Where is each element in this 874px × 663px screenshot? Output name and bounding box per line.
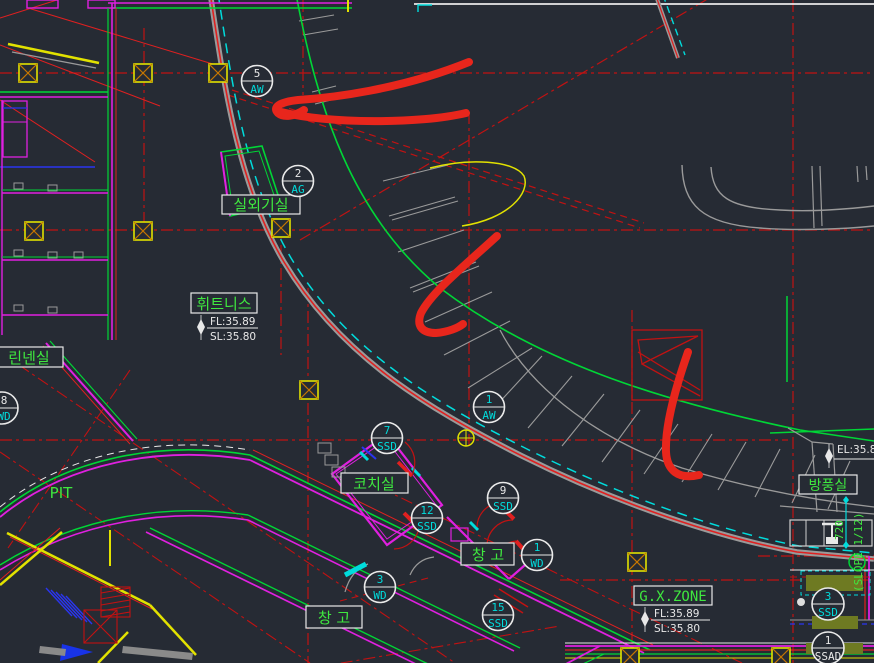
svg-text:창 고: 창 고 [472,546,504,564]
svg-text:15: 15 [491,601,504,614]
survey-point [458,430,474,446]
gray-bar [122,646,193,660]
svg-text:1: 1 [825,634,832,647]
svg-text:FL:35.89: FL:35.89 [654,608,700,620]
marker-12-SSD: 12 SSD [412,503,443,534]
marker-1-WD: 1 WD [522,540,553,571]
svg-text:코치실: 코치실 [353,475,394,493]
room-label-windbreak: 방풍실 [799,475,857,494]
marker-8-WD: 8 WD [0,392,18,424]
svg-text:SL:35.80: SL:35.80 [210,331,256,343]
svg-text:SL:35.80: SL:35.80 [654,623,700,635]
level-gx-zone: FL:35.89 SL:35.80 [641,607,710,635]
svg-text:5: 5 [254,67,261,80]
svg-text:3: 3 [377,573,384,586]
svg-text:방풍실: 방풍실 [809,478,848,494]
svg-text:AW: AW [250,83,264,96]
svg-text:EL:35.8: EL:35.8 [837,444,874,456]
svg-text:SSD: SSD [417,520,437,533]
marker-1-SSAD: 1 SSAD [812,632,844,663]
svg-text:SSD: SSD [493,500,513,513]
room-label-storage-mid: 창 고 [461,543,514,565]
svg-text:WD: WD [0,410,11,423]
svg-text:WD: WD [530,557,543,570]
svg-text:720: 720 [833,520,846,540]
svg-text:창 고: 창 고 [318,609,350,627]
marker-9-SSD: 9 SSD [488,483,519,514]
svg-text:3: 3 [825,590,832,603]
fixtures [14,183,83,313]
svg-text:2: 2 [295,167,302,180]
svg-text:휘트니스: 휘트니스 [196,295,251,313]
svg-text:7: 7 [384,424,391,437]
svg-text:12: 12 [420,504,433,517]
svg-text:AW: AW [482,409,496,422]
stair-hatch [46,588,92,624]
curved-road-wall [210,0,874,559]
level-right-el: EL:35.8 [825,444,874,468]
marker-1-AW: 1 AW [474,392,505,423]
room-label-coach: 코치실 [341,473,408,493]
column-markers [19,64,790,663]
cad-drawing-canvas[interactable]: 실외기실 휘트니스 린넨실 PIT 코치실 창 고 창 고 G.X.ZONE [0,0,874,663]
floor-plan-drawing: 실외기실 휘트니스 린넨실 PIT 코치실 창 고 창 고 G.X.ZONE [0,0,874,663]
room-label-pit: PIT [50,484,73,502]
room-label-fitness: 휘트니스 [191,293,257,313]
svg-text:SSAD: SSAD [815,650,842,663]
marker-5-AW: 5 AW [242,66,273,97]
marker-3-SSD: 3 SSD [812,588,844,620]
room-label-gx-zone: G.X.ZONE [634,586,712,605]
svg-text:SSD: SSD [488,617,508,630]
svg-text:SSD: SSD [818,606,838,619]
road-curves [414,0,874,229]
room-labels: 실외기실 휘트니스 린넨실 PIT 코치실 창 고 창 고 G.X.ZONE [0,195,857,628]
svg-text:AG: AG [291,183,304,196]
svg-text:8: 8 [1,394,8,407]
svg-text:G.X.ZONE: G.X.ZONE [639,589,706,605]
annotation-stroke-1b [281,112,466,121]
svg-text:9: 9 [500,484,507,497]
marker-7-SSD: 7 SSD [372,423,403,454]
annotation-stroke-3 [666,352,699,476]
annotation-stroke-1 [276,62,469,116]
marker-2-AG: 2 AG [283,166,314,197]
room-label-linen: 린넨실 [0,347,63,367]
yellow-arc-detail [430,162,525,226]
marker-3-WD: 3 WD [365,572,396,603]
lockers [318,443,345,477]
shaft-hatch [84,587,130,643]
svg-text:실외기실: 실외기실 [233,196,288,214]
svg-text:WD: WD [373,589,386,602]
room-label-storage-bottom: 창 고 [306,606,362,628]
svg-text:1: 1 [486,393,493,406]
svg-text:SSD: SSD [377,440,397,453]
svg-text:(SLOPE 1/12): (SLOPE 1/12) [852,513,865,592]
room-label-outdoor-unit: 실외기실 [222,195,300,214]
marker-15-SSD: 15 SSD [483,600,514,631]
level-fitness: FL:35.89 SL:35.80 [197,315,258,343]
svg-text:린넨실: 린넨실 [8,349,49,367]
keynote-markers: 5 AW 2 AG 1 AW 7 SSD 12 SSD 9 SSD [0,66,844,663]
svg-text:1: 1 [534,541,541,554]
svg-text:FL:35.89: FL:35.89 [210,316,256,328]
